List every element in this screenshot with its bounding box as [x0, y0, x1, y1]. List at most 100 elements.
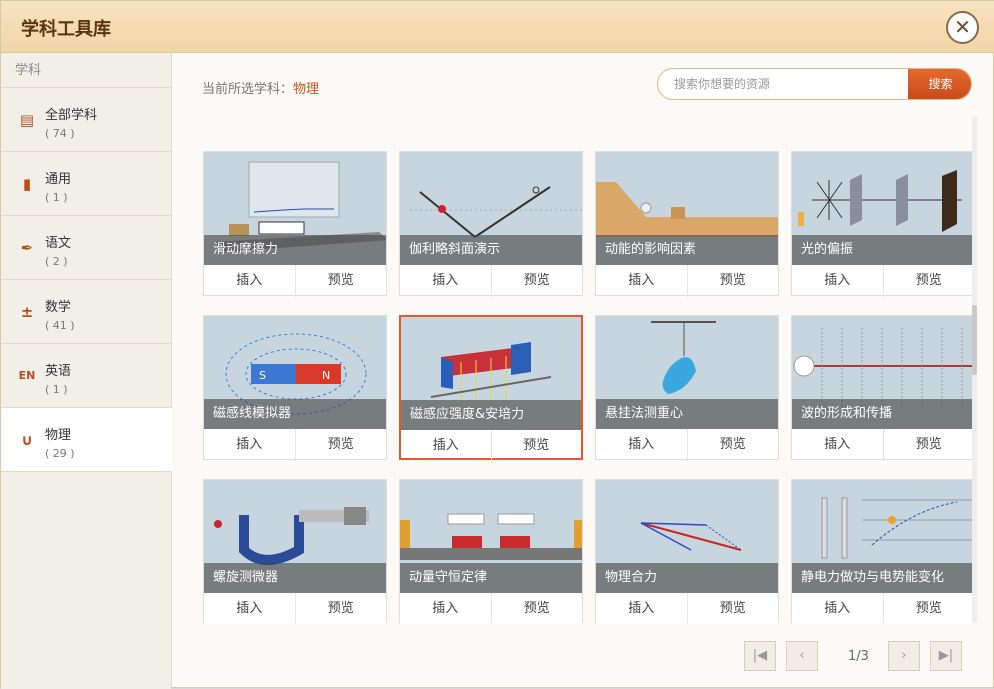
preview-button[interactable]: 预览 [492, 593, 583, 623]
tool-card[interactable]: 静电力做功与电势能变化 插入 预览 [791, 479, 972, 623]
sidebar-item-label: 数学 [45, 300, 72, 315]
sidebar-item-english[interactable]: EN 英语 ( 1 ) [1, 344, 171, 408]
card-thumbnail: 动量守恒定律 [400, 480, 582, 593]
preview-button[interactable]: 预览 [296, 429, 387, 461]
card-thumbnail: 动能的影响因素 [596, 152, 778, 265]
current-subject: 当前所选学科：物理 [202, 78, 319, 97]
card-thumbnail: 螺旋测微器 [204, 480, 386, 593]
insert-button[interactable]: 插入 [792, 429, 884, 461]
card-actions: 插入 预览 [792, 429, 972, 461]
card-title: 磁感应强度&安培力 [401, 400, 581, 430]
card-actions: 插入 预览 [400, 593, 582, 623]
chevron-left-icon: ‹ [799, 648, 805, 663]
current-subject-value: 物理 [293, 82, 320, 97]
preview-button[interactable]: 预览 [688, 429, 779, 461]
preview-button[interactable]: 预览 [296, 265, 387, 297]
sidebar-item-label: 语文 [45, 236, 72, 251]
main-panel: 当前所选学科：物理 搜索 插入 预览 插入 预览 插入 [172, 53, 994, 689]
search-box: 搜索 [657, 68, 972, 100]
prev-page-button[interactable]: ‹ [786, 641, 818, 671]
tool-card-selected[interactable]: 磁感应强度&安培力 插入 预览 [399, 315, 583, 462]
card-title: 伽利略斜面演示 [400, 235, 582, 265]
insert-button[interactable]: 插入 [792, 593, 884, 623]
svg-text:S: S [259, 369, 266, 382]
subject-sidebar: 学科 ▤ 全部学科 ( 74 ) ▮ 通用 ( 1 ) ✒ 语文 ( 2 ) ±… [1, 53, 172, 689]
sidebar-item-count: ( 1 ) [45, 383, 68, 396]
card-title: 光的偏振 [792, 235, 972, 265]
sidebar-header: 学科 [1, 53, 171, 88]
card-thumbnail: 伽利略斜面演示 [400, 152, 582, 265]
card-thumbnail: 光的偏振 [792, 152, 972, 265]
card-title: 悬挂法测重心 [596, 399, 778, 429]
sidebar-item-chinese[interactable]: ✒ 语文 ( 2 ) [1, 216, 171, 280]
card-title: 磁感线模拟器 [204, 399, 386, 429]
title-bar: 学科工具库 ✕ [1, 1, 994, 53]
book-icon: ▮ [22, 175, 32, 193]
tool-card[interactable]: 波的形成和传播 插入 预览 [791, 315, 972, 461]
tool-card[interactable]: 滑动摩擦力 插入 预览 [203, 151, 387, 297]
sidebar-item-math[interactable]: ± 数学 ( 41 ) [1, 280, 171, 344]
tool-grid: 插入 预览 插入 预览 插入 预览 插入 预览 [202, 117, 972, 623]
tool-card[interactable]: 螺旋测微器 插入 预览 [203, 479, 387, 623]
sidebar-item-label: 通用 [45, 172, 72, 187]
pen-icon: ✒ [20, 239, 34, 257]
insert-button[interactable]: 插入 [596, 265, 688, 297]
last-page-button[interactable]: ▶| [930, 641, 962, 671]
card-actions: 插入 预览 [792, 265, 972, 297]
card-title: 动量守恒定律 [400, 563, 582, 593]
card-thumbnail: 悬挂法测重心 [596, 316, 778, 429]
tool-card[interactable]: 物理合力 插入 预览 [595, 479, 779, 623]
sidebar-item-count: ( 1 ) [45, 191, 68, 204]
card-title: 物理合力 [596, 563, 778, 593]
insert-button[interactable]: 插入 [204, 265, 296, 297]
preview-button[interactable]: 预览 [688, 265, 779, 297]
preview-button[interactable]: 预览 [688, 593, 779, 623]
sidebar-item-count: ( 29 ) [45, 447, 75, 460]
tool-card[interactable]: 悬挂法测重心 插入 预览 [595, 315, 779, 461]
sidebar-item-count: ( 41 ) [45, 319, 75, 332]
tool-card[interactable]: S N 磁感线模拟器 插入 预览 [203, 315, 387, 461]
math-icon: ± [20, 303, 34, 321]
card-actions: 插入 预览 [596, 593, 778, 623]
preview-button[interactable]: 预览 [492, 265, 583, 297]
card-actions: 插入 预览 [401, 430, 581, 462]
insert-button[interactable]: 插入 [401, 430, 492, 462]
next-page-button[interactable]: › [888, 641, 920, 671]
close-button[interactable]: ✕ [946, 11, 979, 44]
preview-button[interactable]: 预览 [492, 430, 582, 462]
card-title: 螺旋测微器 [204, 563, 386, 593]
search-input[interactable] [658, 69, 908, 99]
insert-button[interactable]: 插入 [792, 265, 884, 297]
card-thumbnail: 滑动摩擦力 [204, 152, 386, 265]
sidebar-item-all[interactable]: ▤ 全部学科 ( 74 ) [1, 88, 171, 152]
preview-button[interactable]: 预览 [884, 593, 973, 623]
insert-button[interactable]: 插入 [400, 265, 492, 297]
chevron-right-icon: › [901, 648, 907, 663]
insert-button[interactable]: 插入 [204, 429, 296, 461]
current-subject-label: 当前所选学科： [202, 82, 294, 97]
sidebar-item-general[interactable]: ▮ 通用 ( 1 ) [1, 152, 171, 216]
insert-button[interactable]: 插入 [596, 429, 688, 461]
preview-button[interactable]: 预览 [296, 593, 387, 623]
insert-button[interactable]: 插入 [400, 593, 492, 623]
tool-card[interactable]: 动量守恒定律 插入 预览 [399, 479, 583, 623]
sidebar-item-label: 全部学科 [45, 108, 98, 123]
preview-button[interactable]: 预览 [884, 429, 973, 461]
insert-button[interactable]: 插入 [204, 593, 296, 623]
card-title: 静电力做功与电势能变化 [792, 563, 972, 593]
sidebar-item-physics[interactable]: ∪ 物理 ( 29 ) [1, 408, 172, 472]
first-page-button[interactable]: |◀ [744, 641, 776, 671]
preview-button[interactable]: 预览 [884, 265, 973, 297]
scroll-thumb[interactable] [972, 305, 977, 375]
tool-card[interactable]: 光的偏振 插入 预览 [791, 151, 972, 297]
tool-card[interactable]: 动能的影响因素 插入 预览 [595, 151, 779, 297]
scrollbar[interactable] [972, 117, 977, 623]
sidebar-item-count: ( 74 ) [45, 127, 75, 140]
card-thumbnail: 物理合力 [596, 480, 778, 593]
tool-card[interactable]: 伽利略斜面演示 插入 预览 [399, 151, 583, 297]
close-icon: ✕ [954, 15, 971, 39]
card-title: 波的形成和传播 [792, 399, 972, 429]
card-title: 动能的影响因素 [596, 235, 778, 265]
search-button[interactable]: 搜索 [908, 69, 971, 99]
insert-button[interactable]: 插入 [596, 593, 688, 623]
